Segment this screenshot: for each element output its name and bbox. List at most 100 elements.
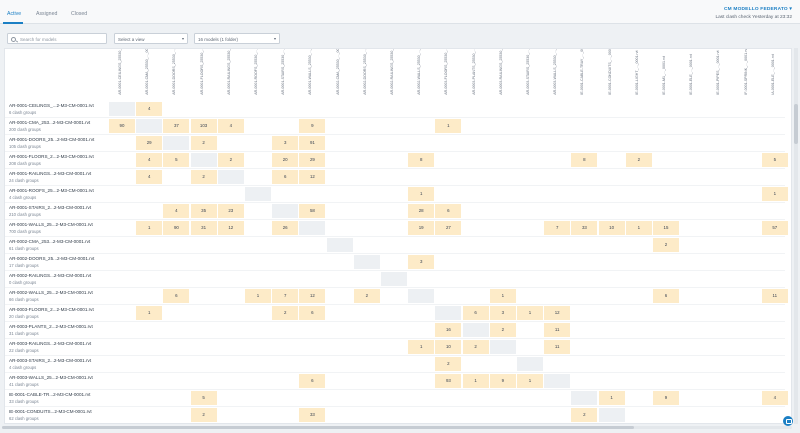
clash-cell[interactable]: 2 xyxy=(435,357,462,371)
column-header[interactable]: AR-0001-FLOORS_25530_..._0001.rvt xyxy=(199,49,208,95)
clash-cell[interactable]: 4 xyxy=(761,391,788,405)
clash-cell[interactable]: 11 xyxy=(761,289,788,303)
clash-cell[interactable]: 2 xyxy=(489,323,516,337)
clash-cell[interactable]: 1 xyxy=(408,340,435,354)
clash-cell[interactable]: 1 xyxy=(517,306,543,320)
clash-cell[interactable]: 1 xyxy=(136,306,163,320)
project-selector[interactable]: CM MODELLO FEDERATO ▾ xyxy=(724,7,792,12)
clash-cell[interactable]: 37 xyxy=(163,119,190,133)
clash-cell[interactable]: 6 xyxy=(435,204,462,218)
clash-cell[interactable]: 2 xyxy=(625,153,652,167)
clash-cell[interactable]: 28 xyxy=(408,204,435,218)
table-row[interactable]: AR-0003-STAIRS_2...2-M3-CM-0001.rvt 4 cla… xyxy=(9,356,109,373)
table-row[interactable]: AR-0001-WALLS_25...2-M3-CM-0001.rvt 700 c… xyxy=(9,220,109,237)
clash-cell[interactable]: 103 xyxy=(190,119,217,133)
column-header[interactable]: AR-0003-FLOORS_25530_..._0001.rvt xyxy=(443,49,452,95)
clash-cell[interactable]: 26 xyxy=(272,221,299,235)
column-header[interactable]: AR-0003-RAILINGS_25530_..._0001.rvt xyxy=(498,49,507,95)
clash-cell[interactable]: 35 xyxy=(190,204,217,218)
column-header[interactable]: IE-0001-ELE_..._0001.rvt xyxy=(688,53,697,95)
clash-cell[interactable]: 4 xyxy=(136,170,163,184)
clash-cell[interactable]: 7 xyxy=(272,289,299,303)
clash-cell[interactable]: 6 xyxy=(299,306,326,320)
clash-cell[interactable]: 29 xyxy=(299,153,326,167)
clash-cell[interactable]: 19 xyxy=(408,221,435,235)
column-header[interactable]: AR-0003-WALLS_25530_..._0001.rvt xyxy=(552,49,561,95)
clash-cell[interactable]: 4 xyxy=(136,153,163,167)
table-row[interactable]: AR-0003-WALLS_25...2-M3-CM-0001.rvt 41 cl… xyxy=(9,373,109,390)
clash-cell[interactable]: 6 xyxy=(299,374,326,388)
clash-cell[interactable]: 1 xyxy=(517,374,543,388)
clash-cell[interactable]: 2 xyxy=(571,408,598,422)
clash-cell[interactable]: 6 xyxy=(272,170,299,184)
column-header[interactable]: IE-0001-LIGHT_..._0001.rvt xyxy=(634,51,643,95)
column-header[interactable]: AR-0001-DOORS_25530_..._0001.rvt xyxy=(171,49,180,95)
clash-cell[interactable]: 7 xyxy=(544,221,571,235)
table-row[interactable]: AR-0001-STAIRS_2...2-M3-CM-0001.rvt 210 c… xyxy=(9,203,109,220)
clash-cell[interactable]: 5 xyxy=(163,153,190,167)
column-header[interactable]: AR-0001-ROOFS_25530_..._0001.rvt xyxy=(253,49,262,95)
column-header[interactable]: AR-0003-STAIRS_25530_..._0001.rvt xyxy=(525,49,534,95)
clash-cell[interactable]: 3 xyxy=(408,255,435,269)
column-header[interactable]: IE-0001-CABLE-TRAY_..._0001.rvt xyxy=(579,49,588,95)
table-row[interactable]: AR-0003-RAILINGS...2-M3-CM-0001.rvt 22 cl… xyxy=(9,339,109,356)
column-header[interactable]: AR-0003-PLANTS_25530_..._0001.rvt xyxy=(471,49,480,95)
table-row[interactable]: AR-0001-RAILINGS...2-M3-CM-0001.rvt 24 cl… xyxy=(9,169,109,186)
clash-cell[interactable]: 31 xyxy=(190,221,217,235)
clash-cell[interactable]: 93 xyxy=(435,374,462,388)
clash-cell[interactable]: 9 xyxy=(653,391,679,405)
clash-cell[interactable]: 29 xyxy=(136,136,163,150)
column-header[interactable]: IA-0001-ELE_..._0001.rvt xyxy=(770,53,779,95)
column-header[interactable]: IF-0001-SPRINK_..._0001.rvt xyxy=(743,49,752,95)
clash-cell[interactable]: 11 xyxy=(544,323,571,337)
clash-cell[interactable]: 1 xyxy=(462,374,489,388)
clash-cell[interactable]: 2 xyxy=(353,289,380,303)
column-header[interactable]: IE-0001-CONDUITS_..._0001.rvt xyxy=(607,49,616,95)
tab-closed[interactable]: Closed xyxy=(71,11,87,17)
clash-cell[interactable]: 2 xyxy=(190,408,217,422)
clash-cell[interactable]: 3 xyxy=(489,306,516,320)
clash-cell[interactable]: 10 xyxy=(598,221,625,235)
clash-cell[interactable]: 12 xyxy=(544,306,571,320)
tab-active[interactable]: Active xyxy=(7,11,21,17)
horizontal-scrollbar[interactable] xyxy=(2,426,634,429)
clash-cell[interactable]: 2 xyxy=(653,238,679,252)
clash-cell[interactable]: 8 xyxy=(408,153,435,167)
clash-cell[interactable]: 33 xyxy=(299,408,326,422)
column-header[interactable]: AR-0002-WALLS_25530_..._0001.rvt xyxy=(416,49,425,95)
table-row[interactable]: AR-0001-FLOORS_2...2-M3-CM-0001.rvt 208 c… xyxy=(9,152,109,169)
clash-cell[interactable]: 2 xyxy=(190,136,217,150)
clash-cell[interactable]: 91 xyxy=(299,136,326,150)
clash-cell[interactable]: 1 xyxy=(489,289,516,303)
clash-cell[interactable]: 1 xyxy=(245,289,271,303)
table-row[interactable]: AR-0001-CEILINGS_...2-M3-CM-0001.rvt 6 cl… xyxy=(9,101,109,118)
column-header[interactable]: AR-0002-DOORS_25530_..._0001.rvt xyxy=(362,49,371,95)
clash-cell[interactable]: 15 xyxy=(653,221,679,235)
clash-cell[interactable]: 2 xyxy=(462,340,489,354)
column-header[interactable]: AR-0001-WALLS_25530_..._0001.rvt xyxy=(307,49,316,95)
clash-cell[interactable]: 4 xyxy=(163,204,190,218)
clash-cell[interactable]: 20 xyxy=(272,153,299,167)
clash-cell[interactable]: 11 xyxy=(544,340,571,354)
column-header[interactable]: IE-0001-PIPES_..._0001.rvt xyxy=(715,51,724,95)
column-header[interactable]: AR-0001-RAILINGS_25530_..._0001.rvt xyxy=(226,49,235,95)
vertical-scrollbar[interactable] xyxy=(794,104,798,144)
clash-cell[interactable]: 2 xyxy=(217,153,244,167)
clash-cell[interactable]: 1 xyxy=(625,221,652,235)
clash-cell[interactable]: 12 xyxy=(299,289,326,303)
column-header[interactable]: IE-0001-M1_..._0001.rvt xyxy=(661,53,670,95)
table-row[interactable]: AR-0001-ROOFS_25...2-M3-CM-0001.rvt 4 cla… xyxy=(9,186,109,203)
clash-cell[interactable]: 8 xyxy=(571,153,598,167)
clash-cell[interactable]: 1 xyxy=(408,187,435,201)
column-header[interactable]: AR-0002-CMA_25530_..._0001.rvt xyxy=(335,49,344,95)
clash-cell[interactable]: 3 xyxy=(272,136,299,150)
clash-cell[interactable]: 12 xyxy=(299,170,326,184)
table-row[interactable]: AR-0003-FLOORS_2...2-M3-CM-0001.rvt 20 cl… xyxy=(9,305,109,322)
table-row[interactable]: AR-0001-DOORS_25...2-M3-CM-0001.rvt 105 c… xyxy=(9,135,109,152)
clash-cell[interactable]: 5 xyxy=(761,153,788,167)
table-row[interactable]: IE-0001-CONDUITS...2-M3-CM-0001.rvt 62 cl… xyxy=(9,407,109,423)
column-header[interactable]: AR-0001-STAIRS_25530_..._0001.rvt xyxy=(280,49,289,95)
search-input[interactable]: Search for models xyxy=(7,33,107,44)
clash-cell[interactable]: 23 xyxy=(217,204,244,218)
clash-cell[interactable]: 2 xyxy=(272,306,299,320)
